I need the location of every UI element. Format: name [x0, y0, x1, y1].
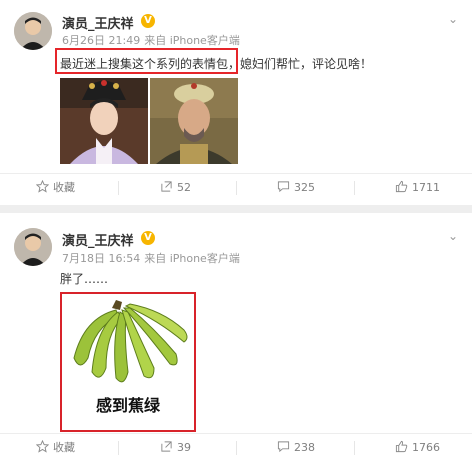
comment-icon [277, 441, 290, 453]
avatar[interactable] [14, 12, 52, 50]
post-text: 胖了…… [60, 272, 109, 286]
repost-button[interactable]: 39 [160, 434, 191, 462]
post-date[interactable]: 6月26日 21:49 [62, 34, 140, 47]
verified-badge-icon: V [141, 14, 155, 28]
repost-icon [161, 441, 172, 452]
weibo-post: 演员_王庆祥 V ⌄ 6月26日 21:49 来自 iPhone客户端 最近迷上搜… [0, 0, 472, 205]
repost-button[interactable]: 52 [160, 174, 191, 202]
comment-button[interactable]: 238 [277, 434, 315, 462]
comment-count: 325 [294, 181, 315, 194]
thumbs-up-icon [395, 180, 408, 193]
repost-count: 39 [177, 441, 191, 454]
favorite-button[interactable]: 收藏 [36, 174, 75, 202]
comment-icon [277, 181, 290, 193]
favorite-label: 收藏 [53, 181, 75, 194]
repost-count: 52 [177, 181, 191, 194]
chevron-down-icon[interactable]: ⌄ [448, 229, 458, 243]
like-button[interactable]: 1766 [395, 434, 440, 462]
comment-count: 238 [294, 441, 315, 454]
banana-image [73, 300, 188, 383]
post-meta: 6月26日 21:49 来自 iPhone客户端 [62, 32, 244, 48]
post-image-banana-meme[interactable]: 感到蕉绿 [60, 292, 196, 432]
post-source: 来自 iPhone客户端 [144, 252, 240, 265]
post-separator [0, 205, 472, 213]
meme-caption: 感到蕉绿 [95, 396, 160, 415]
avatar[interactable] [14, 228, 52, 266]
like-button[interactable]: 1711 [395, 174, 440, 202]
post-meta: 7月18日 16:54 来自 iPhone客户端 [62, 250, 244, 266]
weibo-post: 演员_王庆祥 V ⌄ 7月18日 16:54 来自 iPhone客户端 胖了…… … [0, 213, 472, 463]
username[interactable]: 演员_王庆祥 [62, 13, 134, 32]
thumbs-up-icon [395, 440, 408, 453]
post-date[interactable]: 7月18日 16:54 [62, 252, 140, 265]
action-bar: 收藏 39 238 1766 [0, 433, 472, 462]
like-count: 1766 [412, 441, 440, 454]
highlight-box [55, 48, 238, 74]
username[interactable]: 演员_王庆祥 [62, 230, 134, 249]
action-bar: 收藏 52 325 1711 [0, 173, 472, 202]
post-image-empress[interactable] [60, 78, 148, 164]
like-count: 1711 [412, 181, 440, 194]
verified-badge-icon: V [141, 231, 155, 245]
star-icon [36, 180, 49, 193]
post-source: 来自 iPhone客户端 [144, 34, 240, 47]
post-image-official[interactable] [150, 78, 238, 164]
favorite-label: 收藏 [53, 441, 75, 454]
post-text-rest: 媳妇们帮忙，评论见啥！ [240, 57, 373, 71]
star-icon [36, 440, 49, 453]
comment-button[interactable]: 325 [277, 174, 315, 202]
repost-icon [161, 181, 172, 192]
chevron-down-icon[interactable]: ⌄ [448, 12, 458, 26]
favorite-button[interactable]: 收藏 [36, 434, 75, 462]
